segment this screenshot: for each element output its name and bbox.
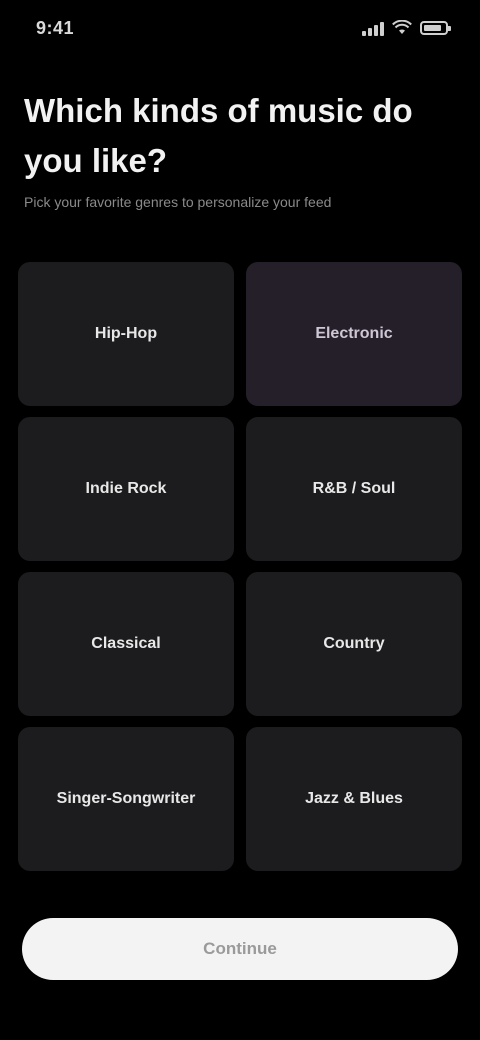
genre-tile[interactable]: Hip-Hop bbox=[18, 262, 234, 406]
status-icons bbox=[362, 20, 451, 36]
genre-tile-label: Singer-Songwriter bbox=[56, 790, 196, 807]
genre-tile[interactable]: Indie Rock bbox=[18, 417, 234, 561]
status-bar: 9:41 bbox=[0, 0, 480, 56]
page-subtitle: Pick your favorite genres to personalize… bbox=[24, 194, 332, 210]
battery-icon bbox=[420, 21, 451, 35]
cellular-signal-icon bbox=[362, 20, 384, 36]
page-title: Which kinds of music do you like? bbox=[24, 92, 413, 179]
genre-grid: Hip-Hop Electronic Indie Rock R&B / Soul… bbox=[18, 262, 462, 871]
genre-tile-label: Classical bbox=[91, 635, 161, 652]
genre-tile[interactable]: Country bbox=[246, 572, 462, 716]
continue-button[interactable]: Continue bbox=[22, 918, 458, 980]
genre-tile[interactable]: R&B / Soul bbox=[246, 417, 462, 561]
genre-tile[interactable]: Singer-Songwriter bbox=[18, 727, 234, 871]
genre-tile-label: Electronic bbox=[315, 325, 393, 342]
genre-tile[interactable]: Classical bbox=[18, 572, 234, 716]
genre-tile-label: Country bbox=[323, 635, 385, 652]
wifi-icon bbox=[392, 20, 412, 34]
genre-tile-label: Indie Rock bbox=[85, 480, 167, 497]
genre-tile-label: Hip-Hop bbox=[94, 325, 158, 342]
status-time: 9:41 bbox=[36, 17, 75, 38]
genre-tile[interactable]: Electronic bbox=[246, 262, 462, 406]
genre-tile[interactable]: Jazz & Blues bbox=[246, 727, 462, 871]
genre-tile-label: R&B / Soul bbox=[312, 480, 396, 497]
genre-tile-label: Jazz & Blues bbox=[305, 790, 403, 807]
genre-picker-screen: 9:41 Which kinds of music do you like? P… bbox=[0, 0, 480, 1040]
